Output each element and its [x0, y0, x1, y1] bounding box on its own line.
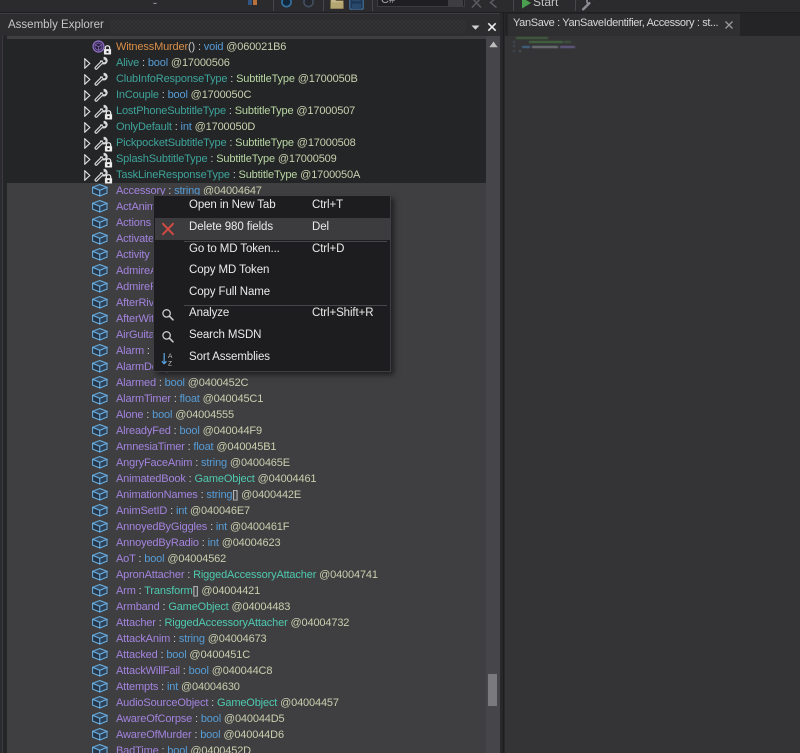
svg-text:Z: Z — [168, 360, 172, 366]
svg-text:A: A — [168, 353, 173, 360]
